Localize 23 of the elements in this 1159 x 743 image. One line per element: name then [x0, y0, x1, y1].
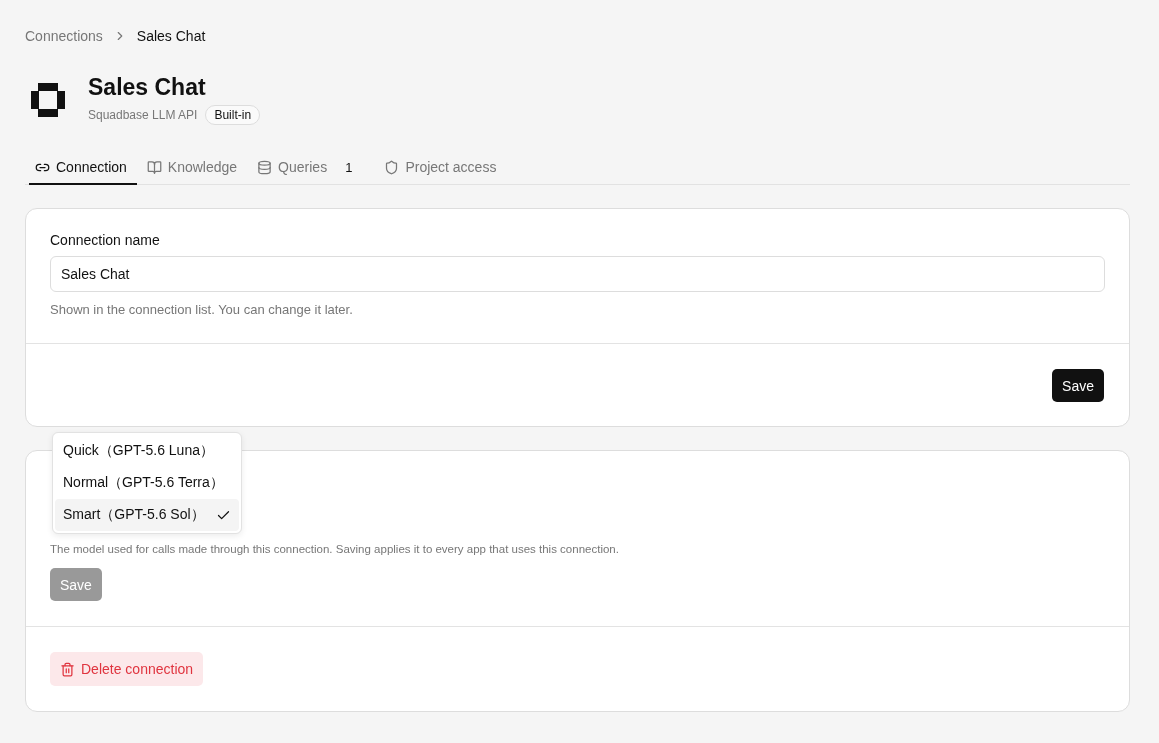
tab[interactable]: Queries 1 — [251, 151, 375, 185]
trash-icon — [60, 661, 75, 677]
breadcrumb-link[interactable]: Sales Chat — [136, 28, 206, 44]
save-button[interactable]: Save — [1052, 369, 1104, 402]
name-input[interactable]: Sales Chat — [50, 256, 1105, 292]
help-text: Shown in the connection list. You can change it later. — [50, 302, 354, 317]
database-icon — [257, 159, 273, 175]
menu-item[interactable]: Normal（GPT-5.6 Terra） — [55, 467, 239, 499]
page-title: Sales Chat — [88, 74, 207, 101]
menu-item[interactable]: Smart（GPT-5.6 Sol） — [55, 499, 239, 531]
breadcrumb-link[interactable]: Connections — [25, 28, 103, 44]
tab[interactable]: Connection — [29, 151, 137, 185]
provider-label: Squadbase LLM API — [88, 108, 198, 122]
book-icon — [146, 159, 162, 175]
menu-item[interactable]: Quick（GPT-5.6 Luna） — [55, 435, 239, 467]
field-label: Connection name — [50, 232, 161, 248]
delete-button[interactable]: Delete connection — [50, 652, 204, 686]
tab[interactable]: Knowledge — [140, 151, 248, 185]
built-in-badge: Built-in — [205, 105, 261, 125]
shield-icon — [384, 159, 400, 175]
help-text: The model used for calls made through this connection. Saving applies it to every app that uses this connection. — [50, 543, 620, 555]
tab[interactable]: Project access — [378, 151, 507, 185]
logo-icon — [30, 81, 66, 118]
